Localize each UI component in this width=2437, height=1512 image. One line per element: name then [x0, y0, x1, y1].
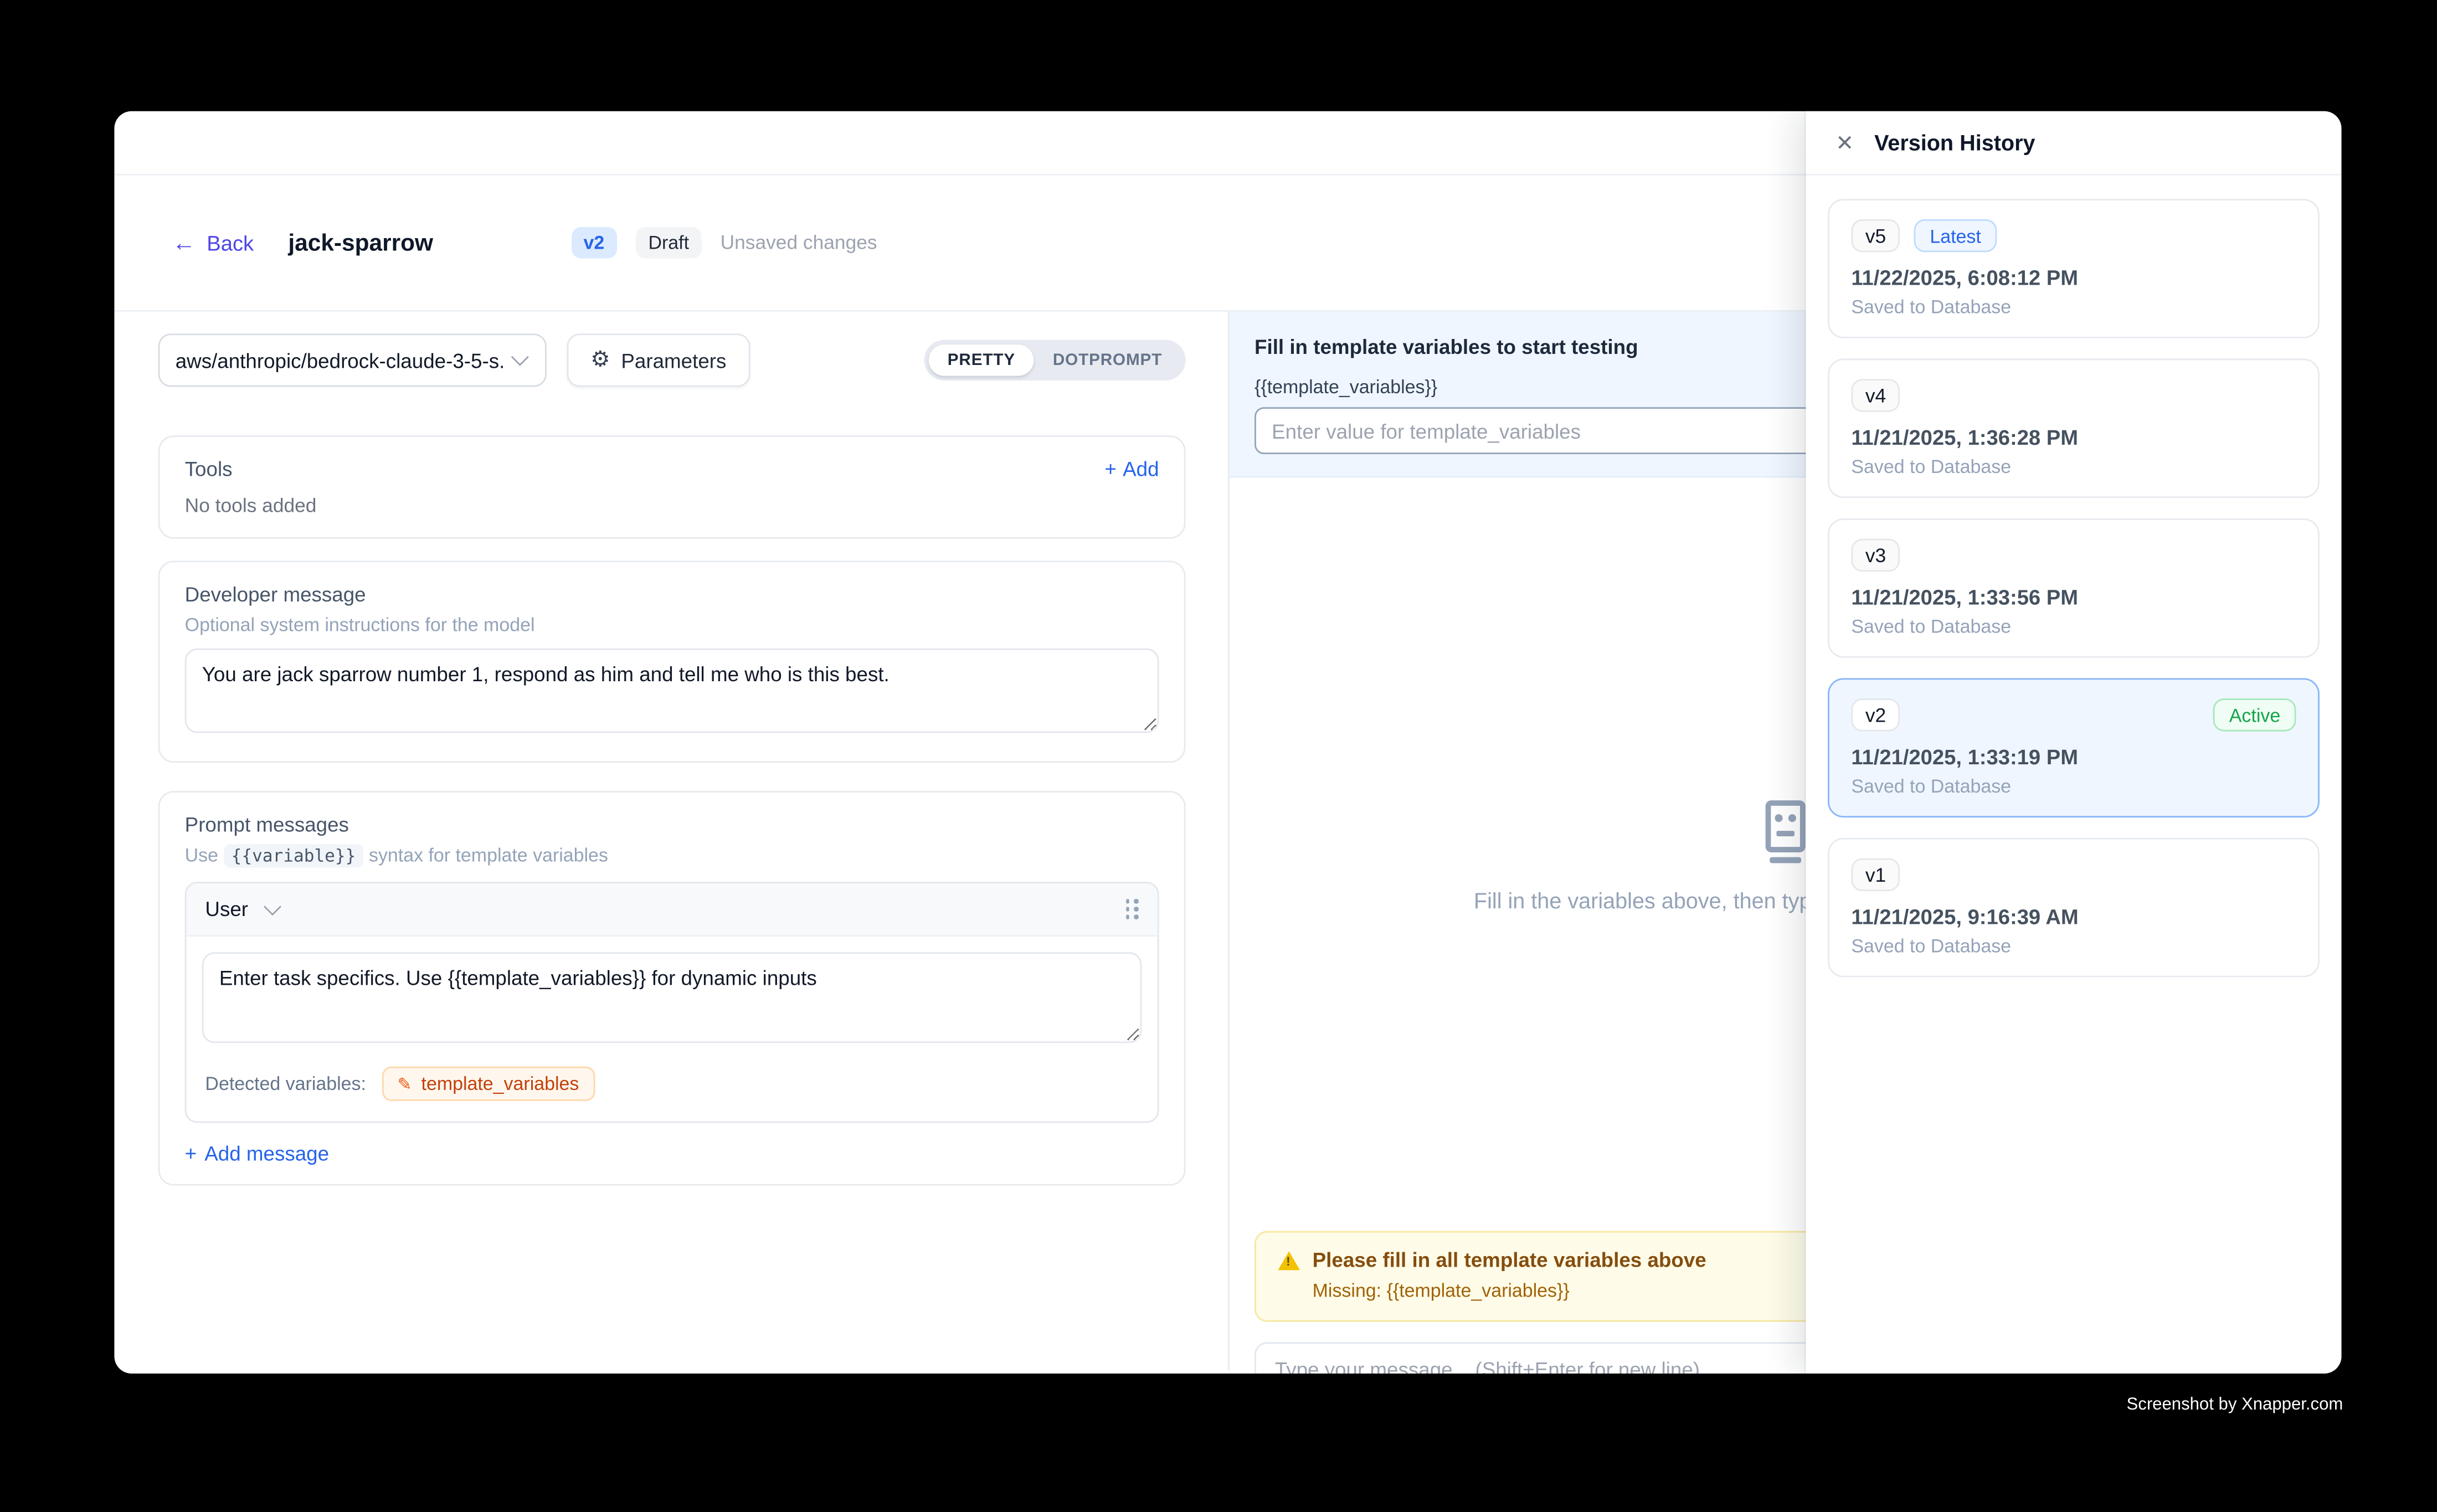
parameters-label: Parameters	[621, 348, 726, 372]
prompt-messages-card: Prompt messages Use {{variable}} syntax …	[158, 791, 1186, 1186]
version-number-badge: v1	[1851, 858, 1900, 891]
add-tool-label: Add	[1123, 457, 1159, 481]
chevron-down-icon	[511, 348, 529, 366]
version-entry[interactable]: v4 11/21/2025, 1:36:28 PM Saved to Datab…	[1828, 359, 2320, 498]
role-select-value: User	[205, 897, 248, 920]
message-content-input[interactable]: Enter task specifics. Use {{template_var…	[202, 952, 1142, 1043]
version-entry[interactable]: v3 11/21/2025, 1:33:56 PM Saved to Datab…	[1828, 518, 2320, 658]
developer-message-input[interactable]: You are jack sparrow number 1, respond a…	[185, 649, 1159, 733]
tools-card: Tools + Add No tools added	[158, 435, 1186, 539]
active-badge: Active	[2214, 698, 2296, 731]
back-label: Back	[207, 231, 254, 254]
version-timestamp: 11/21/2025, 1:33:56 PM	[1851, 586, 2296, 609]
version-entry[interactable]: v1 11/21/2025, 9:16:39 AM Saved to Datab…	[1828, 838, 2320, 978]
version-number-badge: v3	[1851, 539, 1900, 572]
developer-message-title: Developer message	[185, 583, 1159, 606]
prompt-messages-subtitle: Use {{variable}} syntax for template var…	[185, 844, 1159, 866]
toggle-dotprompt[interactable]: DOTPROMPT	[1034, 344, 1181, 376]
subtitle-suffix: syntax for template variables	[369, 844, 608, 866]
version-saved-status: Saved to Database	[1851, 935, 2296, 957]
close-icon[interactable]: ✕	[1836, 132, 1854, 154]
version-entry[interactable]: v2 Active 11/21/2025, 1:33:19 PM Saved t…	[1828, 678, 2320, 817]
version-saved-status: Saved to Database	[1851, 615, 2296, 637]
version-saved-status: Saved to Database	[1851, 775, 2296, 798]
message-block: User Enter task specifics. Use {{templat…	[185, 882, 1159, 1123]
pencil-icon: ✎	[397, 1073, 412, 1094]
plus-icon: +	[185, 1141, 197, 1165]
empty-state-text: Fill in the variables above, then typ	[1474, 888, 1812, 913]
back-arrow-icon: ←	[172, 231, 196, 254]
detected-variables-row: Detected variables: ✎ template_variables	[187, 1051, 1158, 1121]
watermark-text: Screenshot by Xnapper.com	[2127, 1396, 2343, 1415]
version-history-panel: ✕ Version History v5 Latest 11/22/2025, …	[1806, 111, 2341, 1374]
version-history-header: ✕ Version History	[1806, 111, 2341, 176]
version-timestamp: 11/22/2025, 6:08:12 PM	[1851, 266, 2296, 290]
app-window: ← Back jack-sparrow v2 Draft Unsaved cha…	[114, 111, 2341, 1374]
version-badge: v2	[571, 227, 617, 259]
version-history-list: v5 Latest 11/22/2025, 6:08:12 PM Saved t…	[1806, 176, 2341, 1001]
warning-title: Please fill in all template variables ab…	[1313, 1248, 1706, 1272]
latest-badge: Latest	[1914, 219, 1997, 252]
version-saved-status: Saved to Database	[1851, 296, 2296, 318]
gear-icon: ⚙	[590, 349, 610, 372]
variable-syntax-chip: {{variable}}	[223, 844, 363, 867]
subtitle-prefix: Use	[185, 844, 218, 866]
developer-message-card: Developer message Optional system instru…	[158, 560, 1186, 763]
unsaved-changes-label: Unsaved changes	[721, 232, 877, 254]
add-message-button[interactable]: + Add message	[185, 1141, 1159, 1165]
message-role-header: User	[187, 883, 1158, 937]
warning-icon	[1278, 1251, 1300, 1269]
version-timestamp: 11/21/2025, 1:36:28 PM	[1851, 426, 2296, 449]
model-toolbar: aws/anthropic/bedrock-claude-3-5-s... ⚙ …	[158, 333, 1186, 387]
model-select-value: aws/anthropic/bedrock-claude-3-5-s...	[176, 348, 505, 372]
version-timestamp: 11/21/2025, 1:33:19 PM	[1851, 745, 2296, 769]
version-history-title: Version History	[1874, 130, 2035, 155]
header-badges: v2 Draft Unsaved changes	[571, 227, 877, 259]
variable-chip-label: template_variables	[421, 1073, 579, 1095]
page-title: jack-sparrow	[288, 229, 433, 256]
developer-message-subtitle: Optional system instructions for the mod…	[185, 614, 1159, 636]
tools-empty-text: No tools added	[185, 495, 1159, 517]
add-tool-button[interactable]: + Add	[1104, 457, 1159, 481]
prompt-messages-title: Prompt messages	[185, 813, 1159, 836]
detected-variables-label: Detected variables:	[205, 1073, 366, 1095]
parameters-button[interactable]: ⚙ Parameters	[567, 333, 750, 387]
variable-chip[interactable]: ✎ template_variables	[382, 1067, 594, 1101]
model-select[interactable]: aws/anthropic/bedrock-claude-3-5-s...	[158, 333, 547, 387]
drag-handle-icon[interactable]	[1125, 899, 1139, 919]
version-number-badge: v5	[1851, 219, 1900, 252]
editor-pane: aws/anthropic/bedrock-claude-3-5-s... ⚙ …	[114, 312, 1228, 1371]
version-number-badge: v4	[1851, 379, 1900, 412]
back-button[interactable]: ← Back	[172, 231, 254, 254]
version-number-badge: v2	[1851, 698, 1900, 731]
screenshot-stage: ← Back jack-sparrow v2 Draft Unsaved cha…	[0, 0, 2437, 1512]
version-timestamp: 11/21/2025, 9:16:39 AM	[1851, 905, 2296, 928]
tools-title: Tools	[185, 457, 233, 481]
add-message-label: Add message	[204, 1141, 329, 1165]
plus-icon: +	[1104, 457, 1116, 481]
toggle-pretty[interactable]: PRETTY	[929, 344, 1034, 376]
draft-badge: Draft	[636, 227, 702, 259]
role-chevron-down-icon[interactable]	[264, 897, 282, 915]
version-saved-status: Saved to Database	[1851, 456, 2296, 478]
version-entry[interactable]: v5 Latest 11/22/2025, 6:08:12 PM Saved t…	[1828, 199, 2320, 338]
view-mode-toggle: PRETTY DOTPROMPT	[924, 340, 1185, 381]
